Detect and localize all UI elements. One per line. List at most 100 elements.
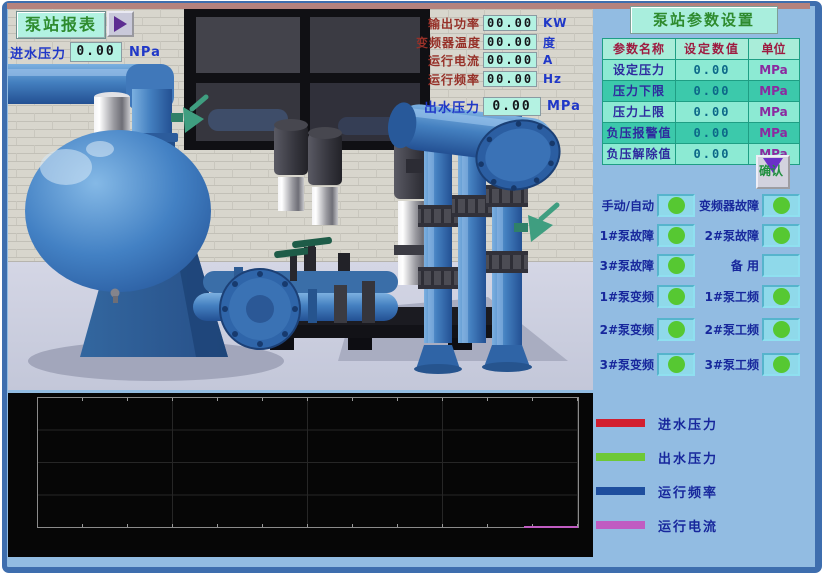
param-name: 压力下限	[603, 81, 676, 101]
legend-swatch-run-frequency	[596, 487, 645, 495]
status-lamp	[762, 318, 800, 341]
status-lamp	[762, 353, 800, 376]
lamp-on-icon	[668, 227, 685, 244]
status-label: 2#泵变频	[594, 321, 654, 338]
readout-label: 运行频率	[416, 71, 480, 88]
lamp-on-icon	[773, 288, 790, 305]
status-lamp	[657, 285, 695, 308]
status-lamp	[657, 353, 695, 376]
status-lamp	[762, 224, 800, 247]
status-row: 1#泵故障 2#泵故障	[594, 223, 806, 247]
param-name: 负压报警值	[603, 123, 676, 143]
status-row: 3#泵变频 3#泵工频	[594, 352, 806, 376]
param-name: 负压解除值	[603, 144, 676, 164]
lamp-on-icon	[773, 321, 790, 338]
readout-label: 运行电流	[416, 52, 480, 69]
trend-plot-area	[37, 397, 579, 528]
status-lamp	[762, 285, 800, 308]
confirm-button[interactable]: 确认	[756, 155, 790, 189]
legend-label: 出水压力	[658, 448, 718, 467]
param-unit: MPa	[749, 81, 798, 101]
trend-chart	[8, 393, 593, 557]
legend-label: 运行频率	[658, 482, 718, 501]
lamp-on-icon	[773, 356, 790, 373]
outlet-pressure-readout: 出水压力 0.00 MPa	[416, 97, 594, 115]
inlet-pressure-label: 进水压力	[10, 43, 66, 62]
legend-swatch-run-current	[596, 521, 645, 529]
table-row: 压力上限 0.00 MPa	[603, 101, 799, 122]
status-label: 3#泵工频	[695, 356, 759, 373]
status-row: 1#泵变频 1#泵工频	[594, 284, 806, 308]
status-lamp	[657, 194, 695, 217]
param-value[interactable]: 0.00	[676, 144, 749, 164]
status-label: 1#泵工频	[695, 288, 759, 305]
lamp-on-icon	[668, 197, 685, 214]
readout-unit: 度	[543, 34, 556, 51]
param-value[interactable]: 0.00	[676, 102, 749, 122]
status-label: 3#泵变频	[594, 356, 654, 373]
col-set-value: 设定数值	[676, 39, 749, 59]
lamp-on-icon	[668, 257, 685, 274]
lamp-on-icon	[668, 288, 685, 305]
report-nav-button[interactable]	[107, 11, 134, 37]
status-lamp	[657, 254, 695, 277]
lamp-on-icon	[773, 197, 790, 214]
legend-item: 运行电流	[596, 515, 718, 535]
legend-item: 进水压力	[596, 413, 718, 433]
param-value[interactable]: 0.00	[676, 60, 749, 80]
status-row: 3#泵故障 备 用	[594, 253, 806, 277]
inlet-pressure-readout: 进水压力 0.00 NPa	[10, 42, 161, 62]
status-lamp	[657, 318, 695, 341]
readout-label: 变频器温度	[416, 34, 480, 51]
param-name: 压力上限	[603, 102, 676, 122]
status-label: 2#泵工频	[695, 321, 759, 338]
legend-label: 进水压力	[658, 414, 718, 433]
table-row: 压力下限 0.00 MPa	[603, 80, 799, 101]
status-label: 3#泵故障	[594, 257, 654, 274]
legend-swatch-outlet-pressure	[596, 453, 645, 461]
status-lamp	[762, 254, 800, 277]
lamp-on-icon	[668, 356, 685, 373]
table-row: 设定压力 0.00 MPa	[603, 59, 799, 80]
status-lamp	[657, 224, 695, 247]
param-unit: MPa	[749, 123, 798, 143]
axis-ticks-bottom	[38, 524, 578, 527]
settings-table-header: 参数名称 设定数值 单位	[603, 39, 799, 59]
lamp-on-icon	[668, 321, 685, 338]
status-row: 手动/自动 变频器故障	[594, 193, 806, 217]
settings-table: 参数名称 设定数值 单位 设定压力 0.00 MPa 压力下限 0.00 MPa…	[602, 38, 800, 165]
status-label: 1#泵故障	[594, 227, 654, 244]
status-label: 备 用	[695, 257, 759, 274]
status-label: 1#泵变频	[594, 288, 654, 305]
readout-value: 00.00	[483, 15, 537, 31]
readout-label: 出水压力	[416, 97, 480, 116]
readout-value: 00.00	[483, 52, 537, 68]
readout-unit: MPa	[547, 99, 581, 114]
status-lamp	[762, 194, 800, 217]
pump-unit-2	[308, 127, 342, 225]
confirm-label: 确认	[758, 162, 788, 179]
readout-value: 00.00	[483, 34, 537, 50]
hmi-screen: 泵站报表 进水压力 0.00 NPa 输出功率 00.00 KW 变频器温度 0…	[0, 0, 825, 577]
param-value[interactable]: 0.00	[676, 123, 749, 143]
legend-item: 出水压力	[596, 447, 718, 467]
readout-label: 输出功率	[416, 15, 480, 32]
report-button[interactable]: 泵站报表	[16, 11, 106, 39]
param-value[interactable]: 0.00	[676, 81, 749, 101]
status-row: 2#泵变频 2#泵工频	[594, 317, 806, 341]
run-frequency-readout: 运行频率 00.00 Hz	[416, 70, 594, 88]
readout-value: 00.00	[483, 71, 537, 87]
readout-value: 0.00	[483, 97, 541, 116]
settings-panel-title: 泵站参数设置	[630, 6, 778, 34]
lamp-on-icon	[773, 227, 790, 244]
inlet-pressure-value: 0.00	[70, 42, 122, 62]
legend-swatch-inlet-pressure	[596, 419, 645, 427]
param-unit: MPa	[749, 60, 798, 80]
inlet-pressure-unit: NPa	[129, 45, 161, 60]
readout-unit: A	[543, 53, 553, 67]
play-icon	[114, 16, 127, 32]
legend-label: 运行电流	[658, 516, 718, 535]
table-row: 负压报警值 0.00 MPa	[603, 122, 799, 143]
param-unit: MPa	[749, 102, 798, 122]
status-label: 2#泵故障	[695, 227, 759, 244]
